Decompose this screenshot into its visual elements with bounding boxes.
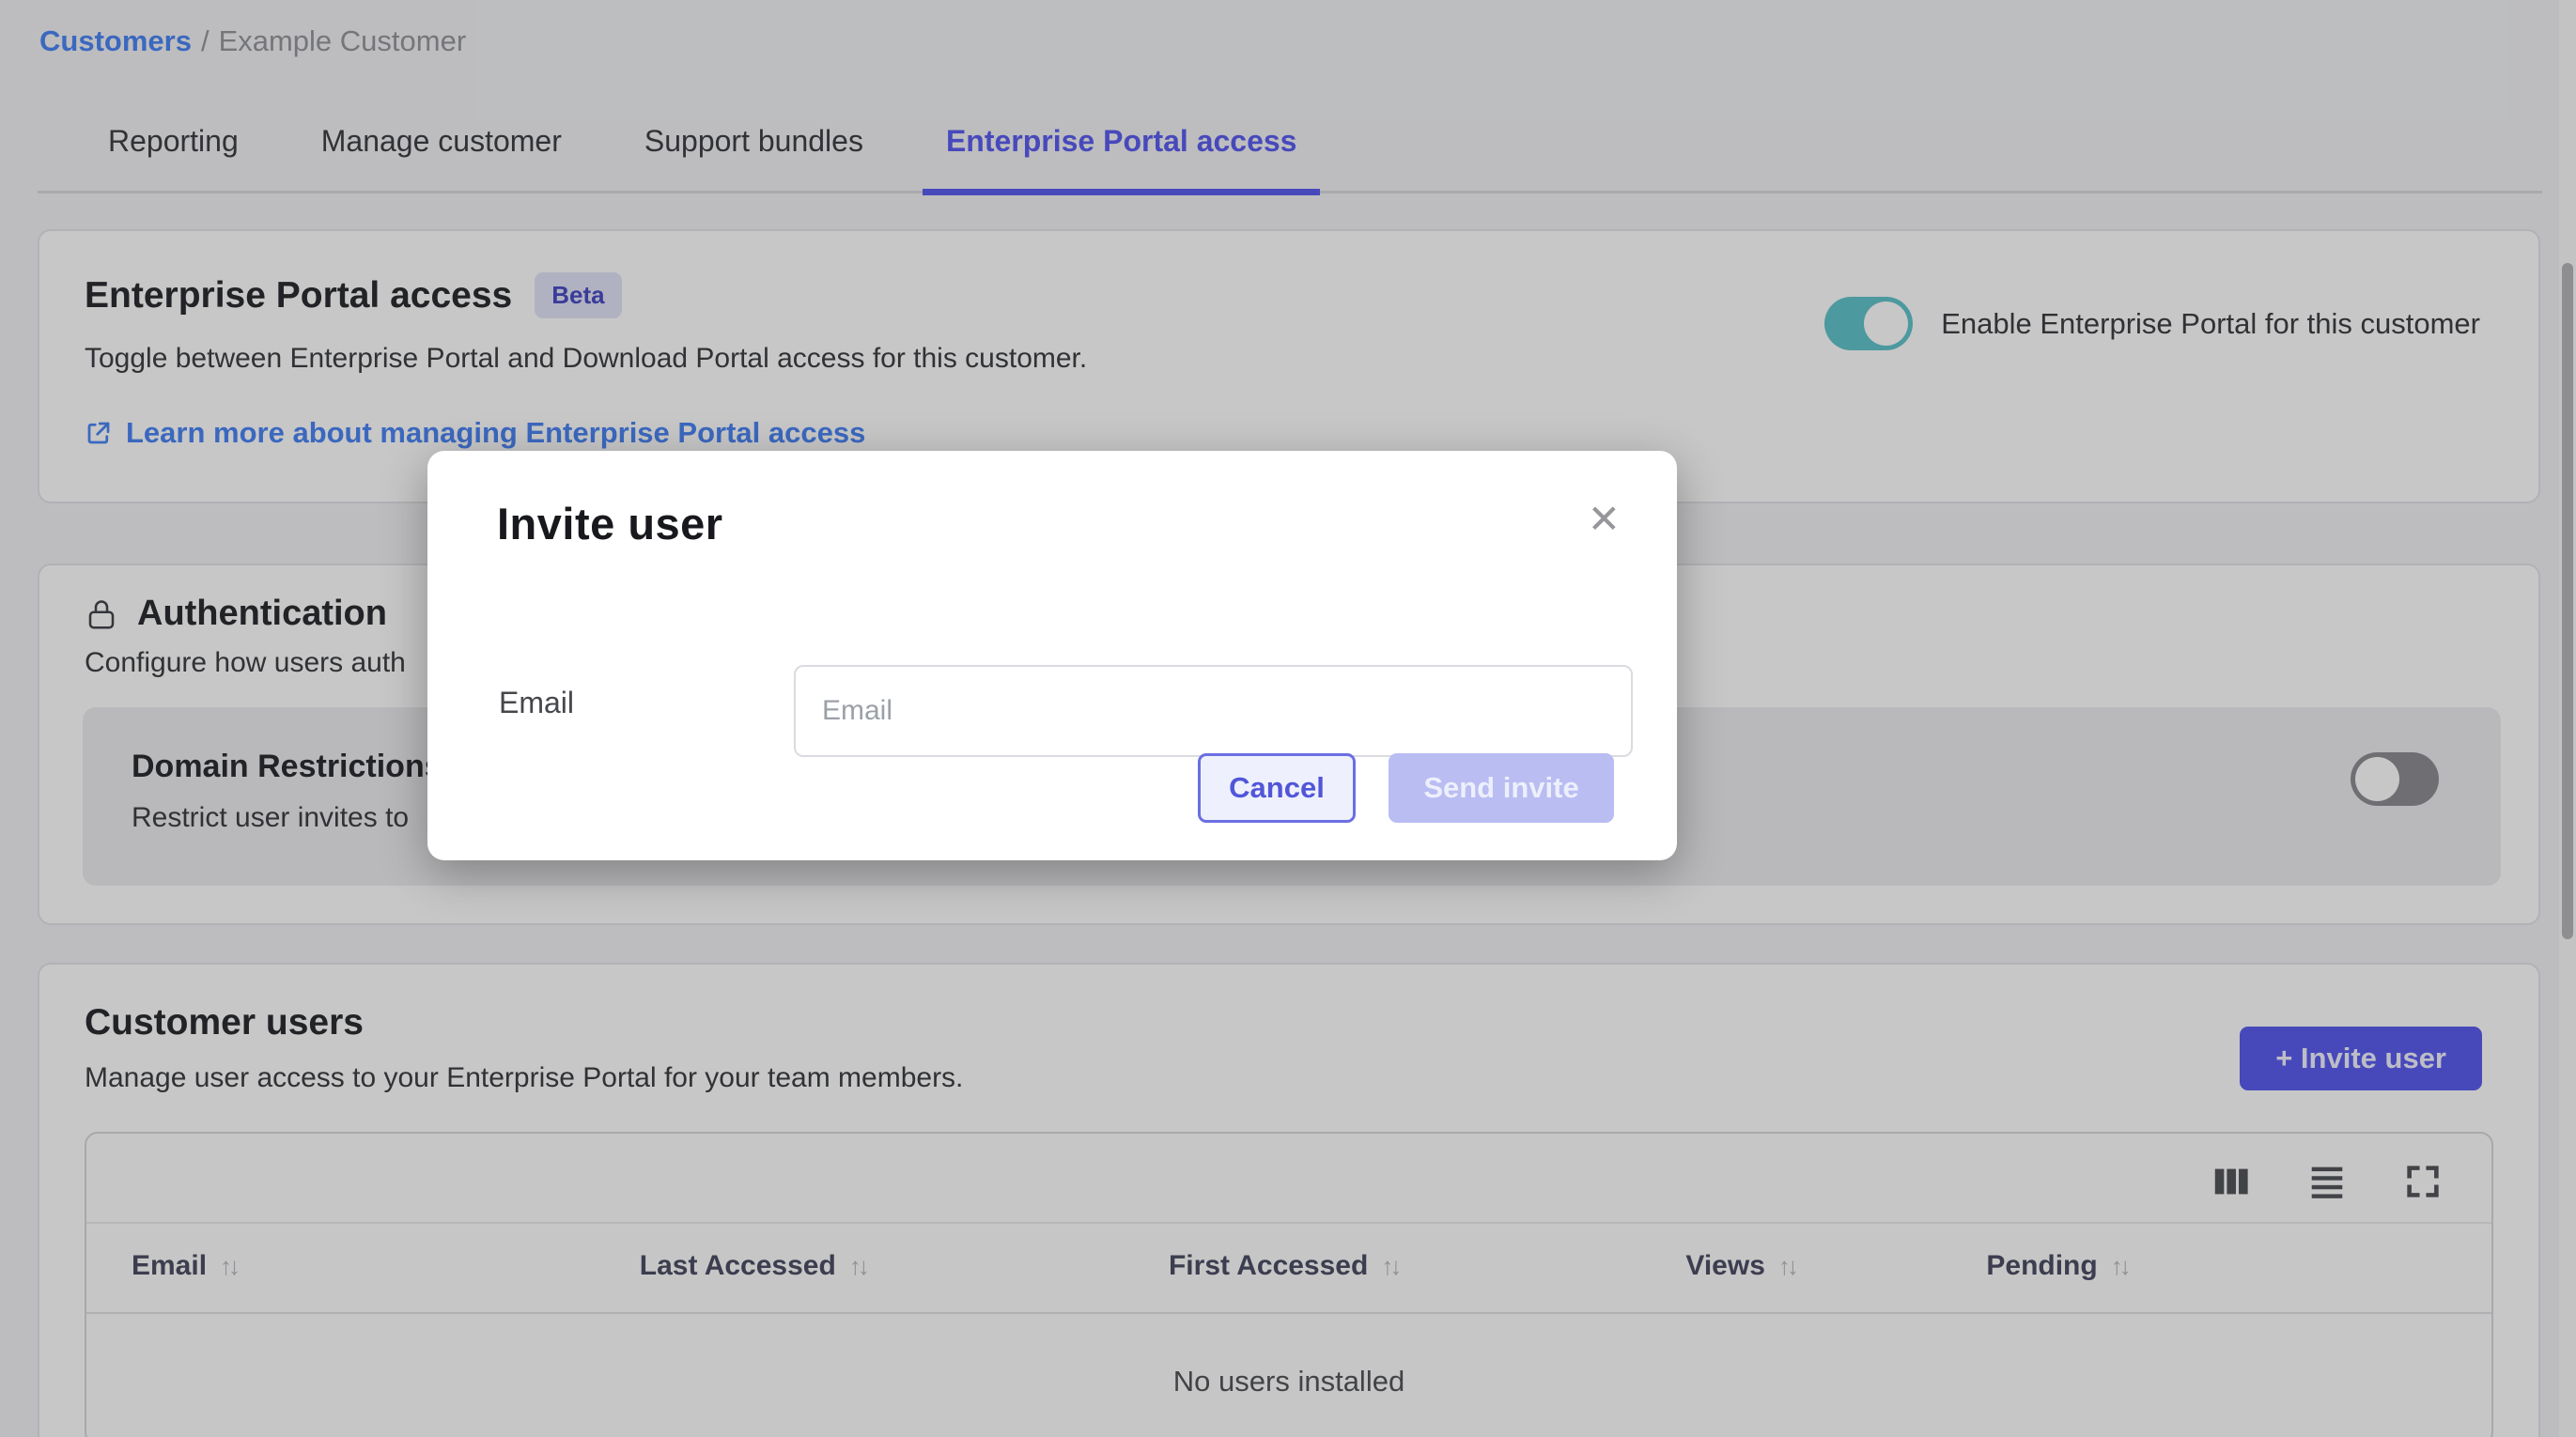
cancel-button[interactable]: Cancel: [1198, 753, 1356, 823]
send-invite-button[interactable]: Send invite: [1389, 753, 1614, 823]
invite-user-modal: Invite user ✕ Email Cancel Send invite: [427, 451, 1677, 860]
email-field[interactable]: [794, 665, 1633, 757]
modal-title: Invite user: [497, 498, 723, 549]
enterprise-portal-access-page: Customers/Example Customer Reporting Man…: [0, 0, 2576, 1437]
close-icon[interactable]: ✕: [1580, 488, 1628, 549]
email-label: Email: [499, 686, 574, 720]
